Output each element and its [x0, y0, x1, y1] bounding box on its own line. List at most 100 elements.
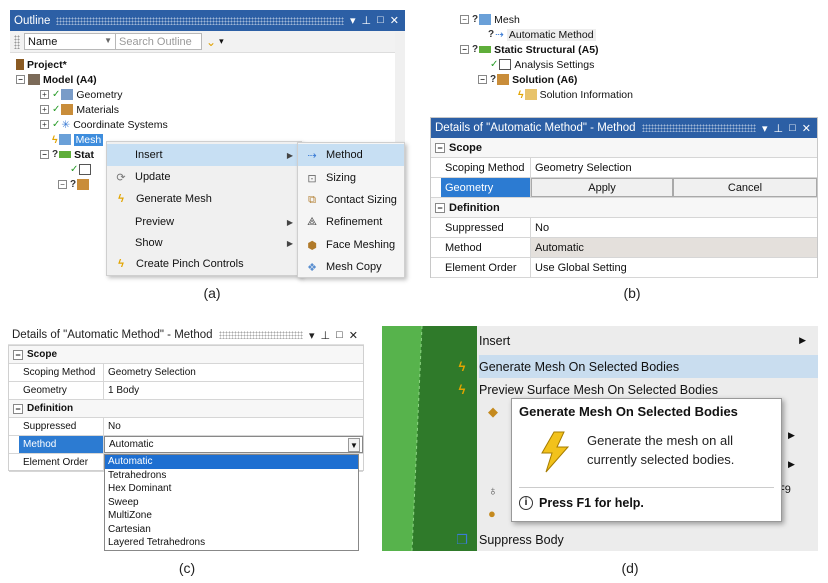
menu-generate-mesh[interactable]: ϟ Generate Mesh — [107, 188, 301, 210]
tree-static-structural[interactable]: − ? Static Structural (A5) — [460, 42, 599, 57]
scoping-method-value[interactable]: Geometry Selection — [104, 364, 363, 381]
suppressed-value[interactable]: No — [531, 218, 817, 237]
section-scope[interactable]: − Scope — [431, 138, 817, 158]
collapse-icon[interactable]: − — [40, 150, 49, 159]
option-tetrahedrons[interactable]: Tetrahedrons — [105, 469, 358, 483]
row-geometry[interactable]: Geometry Apply Cancel — [431, 178, 817, 198]
menu-update[interactable]: ⟳ Update — [107, 166, 301, 188]
row-suppressed[interactable]: Suppressed No — [9, 418, 363, 436]
collapse-icon[interactable]: − — [16, 75, 25, 84]
tree-mesh[interactable]: − ? Mesh — [460, 12, 520, 27]
option-sweep[interactable]: Sweep — [105, 496, 358, 510]
tree-geometry[interactable]: + ✓ Geometry — [40, 87, 123, 102]
cancel-button[interactable]: Cancel — [673, 178, 817, 197]
dropdown-arrow-icon[interactable]: ▾ — [762, 122, 768, 135]
row-geometry[interactable]: Geometry 1 Body — [9, 382, 363, 400]
menu-generate-mesh-selected[interactable]: ϟ Generate Mesh On Selected Bodies — [459, 355, 818, 378]
tree-analysis-settings[interactable]: ✓ Analysis Settings — [490, 57, 594, 72]
expand-icon[interactable]: + — [40, 90, 49, 99]
row-suppressed[interactable]: Suppressed No — [431, 218, 817, 238]
collapse-icon[interactable]: − — [435, 142, 445, 153]
option-automatic[interactable]: Automatic — [105, 455, 358, 469]
menu-suppress-body[interactable]: ❒ Suppress Body — [456, 528, 818, 551]
option-layered-tetrahedrons[interactable]: Layered Tetrahedrons — [105, 536, 358, 550]
submenu-sizing[interactable]: ⊡ Sizing — [298, 167, 404, 189]
section-definition-label: Definition — [449, 201, 500, 214]
geometry-value[interactable]: 1 Body — [104, 382, 363, 399]
pin-icon[interactable]: ⊥ — [362, 14, 372, 27]
suppressed-label: Suppressed — [441, 218, 531, 237]
row-method[interactable]: Method Automatic ▼ — [9, 436, 363, 454]
element-order-value[interactable]: Use Global Setting — [531, 258, 817, 277]
row-scoping-method[interactable]: Scoping Method Geometry Selection — [9, 364, 363, 382]
collapse-icon[interactable]: − — [13, 403, 23, 414]
tree-materials[interactable]: + ✓ Materials — [40, 102, 119, 117]
collapse-icon[interactable]: − — [13, 349, 23, 360]
section-definition[interactable]: − Definition — [9, 400, 363, 418]
outline-panel: Outline ▾ ⊥ □ ✕ Name ▼ Search Outline ⌄ … — [10, 10, 405, 278]
update-icon: ⟳ — [116, 171, 126, 184]
search-input[interactable]: Search Outline — [116, 33, 202, 50]
tree-model[interactable]: − Model (A4) — [16, 72, 97, 87]
close-icon[interactable]: ✕ — [349, 329, 358, 342]
submenu-arrow-icon: ▶ — [788, 430, 795, 440]
submenu-method[interactable]: ⇢ Method — [298, 144, 404, 166]
row-element-order[interactable]: Element Order Use Global Setting — [431, 258, 817, 278]
maximize-icon[interactable]: □ — [336, 329, 343, 342]
dropdown-small-icon[interactable]: ▾ — [219, 36, 224, 47]
suppressed-value[interactable]: No — [104, 418, 363, 435]
maximize-icon[interactable]: □ — [789, 122, 796, 135]
tree-automatic-method[interactable]: ? ⇢ Automatic Method — [488, 27, 596, 42]
method-value[interactable]: Automatic — [531, 238, 817, 257]
collapse-icon[interactable]: − — [58, 180, 67, 189]
pin-icon[interactable]: ⊥ — [321, 329, 331, 342]
tree-solution[interactable]: − ? — [58, 177, 92, 192]
check-icon: ✓ — [490, 59, 499, 70]
apply-button[interactable]: Apply — [531, 178, 673, 197]
tree-solution-information[interactable]: ϟ Solution Information — [518, 87, 633, 102]
section-scope[interactable]: − Scope — [9, 346, 363, 364]
submenu-contact-sizing[interactable]: ⧉ Contact Sizing — [298, 189, 404, 211]
tree-project[interactable]: Project* — [16, 57, 67, 72]
chevron-down-icon[interactable]: ▼ — [348, 438, 360, 452]
name-combo[interactable]: Name ▼ — [24, 33, 116, 50]
row-method[interactable]: Method Automatic — [431, 238, 817, 258]
dropdown-arrow-icon[interactable]: ▾ — [309, 329, 315, 342]
close-icon[interactable]: ✕ — [802, 122, 811, 135]
tree-mesh[interactable]: ϟ Mesh — [52, 132, 104, 147]
section-definition[interactable]: − Definition — [431, 198, 817, 218]
tree-analysis-settings[interactable]: ✓ — [70, 162, 94, 177]
tooltip-body: Generate the mesh on all currently selec… — [587, 433, 735, 467]
expand-icon[interactable]: + — [40, 105, 49, 114]
maximize-icon[interactable]: □ — [377, 14, 384, 27]
menu-create-pinch-label: Create Pinch Controls — [136, 258, 244, 270]
menu-create-pinch-controls[interactable]: ϟ Create Pinch Controls — [107, 253, 301, 275]
tree-static-structural[interactable]: − ? Stat — [40, 147, 94, 162]
method-select[interactable]: Automatic ▼ — [104, 436, 363, 453]
option-hex-dominant[interactable]: Hex Dominant — [105, 482, 358, 496]
collapse-icon[interactable]: − — [435, 202, 445, 213]
collapse-icon[interactable]: − — [460, 15, 469, 24]
row-scoping-method[interactable]: Scoping Method Geometry Selection — [431, 158, 817, 178]
dropdown-arrow-icon[interactable]: ▾ — [350, 14, 356, 27]
expand-icon[interactable]: + — [40, 120, 49, 129]
submenu-face-meshing[interactable]: ⬢ Face Meshing — [298, 234, 404, 256]
option-multizone[interactable]: MultiZone — [105, 509, 358, 523]
menu-update-label: Update — [135, 171, 171, 183]
submenu-refinement[interactable]: ⟁ Refinement — [298, 211, 404, 233]
tree-coordinate-systems[interactable]: + ✓ ✳ Coordinate Systems — [40, 117, 168, 132]
chevron-filter-icon[interactable]: ⌄ — [206, 35, 216, 49]
menu-show[interactable]: Show ▶ — [107, 232, 301, 254]
submenu-arrow-icon: ▶ — [799, 335, 806, 345]
submenu-mesh-copy[interactable]: ❖ Mesh Copy — [298, 256, 404, 278]
option-cartesian[interactable]: Cartesian — [105, 523, 358, 537]
menu-insert[interactable]: Insert ▶ — [479, 329, 818, 352]
pin-icon[interactable]: ⊥ — [774, 122, 784, 135]
tree-solution[interactable]: − ? Solution (A6) — [478, 72, 577, 87]
collapse-icon[interactable]: − — [478, 75, 487, 84]
close-icon[interactable]: ✕ — [390, 14, 399, 27]
menu-insert[interactable]: Insert ▶ — [107, 144, 301, 166]
collapse-icon[interactable]: − — [460, 45, 469, 54]
scoping-method-value[interactable]: Geometry Selection — [531, 158, 817, 177]
menu-preview[interactable]: Preview ▶ — [107, 211, 301, 233]
